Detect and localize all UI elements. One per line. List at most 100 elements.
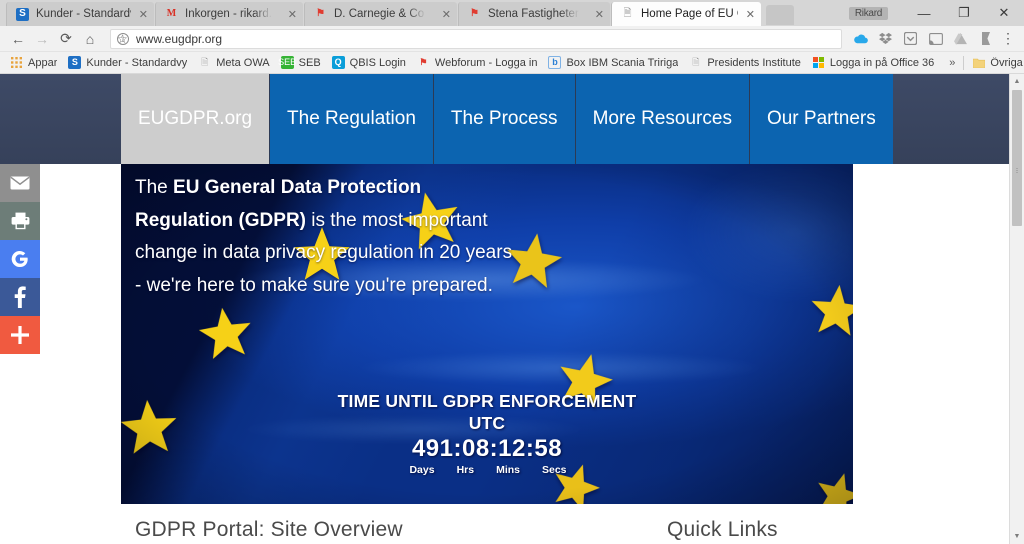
bookmark-label: QBIS Login xyxy=(349,56,406,69)
content-sections: GDPR Portal: Site Overview Quick Links xyxy=(121,504,853,542)
overflow-chevron-icon[interactable]: » xyxy=(941,57,963,69)
qbis-icon: Q xyxy=(331,56,345,69)
hero-text-before: The xyxy=(135,177,174,198)
document-icon: 🗎 xyxy=(201,57,209,67)
countdown-unit-mins: Mins xyxy=(496,464,520,476)
forward-icon[interactable]: → xyxy=(30,27,54,51)
close-icon[interactable]: ✕ xyxy=(595,8,604,21)
plus-icon xyxy=(11,326,29,344)
chrome-menu-icon[interactable]: ⋮ xyxy=(998,30,1018,47)
bookmark-apps[interactable]: Appar xyxy=(6,56,64,69)
bookmark-qbis-login[interactable]: Q QBIS Login xyxy=(328,56,413,69)
apps-grid-icon xyxy=(10,56,23,69)
window-controls: Rikard — ❐ ✕ xyxy=(848,0,1024,26)
site-navigation: EUGDPR.org The Regulation The Process Mo… xyxy=(0,74,1009,164)
flag-icon[interactable] xyxy=(973,27,998,51)
red-flag-icon: ⚑ xyxy=(470,8,479,19)
email-share-button[interactable] xyxy=(0,164,40,202)
back-icon[interactable]: ← xyxy=(6,27,30,51)
drive-icon[interactable] xyxy=(948,27,973,51)
close-icon[interactable]: ✕ xyxy=(442,8,451,21)
countdown-clock: 491:08:12:58 xyxy=(411,435,563,462)
gmail-icon: M xyxy=(166,8,177,19)
scroll-up-arrow-icon[interactable]: ▲ xyxy=(1010,74,1024,89)
address-bar-url: www.eugdpr.org xyxy=(136,31,223,46)
close-icon[interactable]: ✕ xyxy=(746,8,755,21)
section-heading-site-overview: GDPR Portal: Site Overview xyxy=(135,518,403,541)
bookmark-label: Appar xyxy=(28,56,58,69)
page-scrollbar[interactable]: ▲ ▼ xyxy=(1009,74,1024,544)
address-bar[interactable]: i www.eugdpr.org ☆ xyxy=(110,28,842,49)
bookmark-label: Box IBM Scania Tririga xyxy=(566,56,679,69)
maximize-button[interactable]: ❐ xyxy=(944,0,984,26)
bookmark-kunder[interactable]: S Kunder - Standardvy xyxy=(64,56,194,69)
nav-item-our-partners[interactable]: Our Partners xyxy=(748,74,893,164)
profile-chip[interactable]: Rikard xyxy=(848,6,888,20)
sharepoint-icon: S xyxy=(68,56,82,69)
close-icon[interactable]: ✕ xyxy=(139,8,148,21)
browser-tab[interactable]: M Inkorgen - rikard.l.se@g ✕ xyxy=(155,2,303,26)
browser-tab-active[interactable]: 🗎 Home Page of EU GDPR ✕ xyxy=(611,2,761,26)
browser-tab[interactable]: S Kunder - Standardvy ✕ xyxy=(6,2,154,26)
bookmark-label: Presidents Institute xyxy=(707,56,801,69)
microsoft-icon xyxy=(812,56,825,69)
nav-label: The Regulation xyxy=(287,108,416,129)
site-overview-column: GDPR Portal: Site Overview xyxy=(121,518,591,542)
browser-tab[interactable]: ⚑ D. Carnegie & Co Affärss ✕ xyxy=(304,2,457,26)
facebook-icon xyxy=(14,286,26,308)
quick-links-column: Quick Links xyxy=(591,518,778,542)
facebook-share-button[interactable] xyxy=(0,278,40,316)
nav-item-more-resources[interactable]: More Resources xyxy=(574,74,749,164)
bookmark-box-ibm[interactable]: b Box IBM Scania Tririga xyxy=(544,56,685,69)
bookmark-meta-owa[interactable]: 🗎 Meta OWA xyxy=(194,56,276,69)
document-icon: 🗎 xyxy=(692,57,700,67)
nav-label: The Process xyxy=(450,108,558,129)
bookmark-label: Kunder - Standardvy xyxy=(86,56,188,69)
social-share-rail xyxy=(0,164,40,354)
bookmark-label: Meta OWA xyxy=(216,56,270,69)
cast-icon[interactable] xyxy=(923,27,948,51)
minimize-button[interactable]: — xyxy=(904,0,944,26)
bookmark-label: Övriga bokmärken xyxy=(990,56,1024,69)
scrollbar-thumb[interactable] xyxy=(1012,90,1022,226)
reload-icon[interactable]: ⟳ xyxy=(54,27,78,51)
bookmark-label: Logga in på Office 36 xyxy=(829,56,935,69)
nav-item-the-process[interactable]: The Process xyxy=(432,74,575,164)
printer-icon xyxy=(11,212,30,230)
close-icon[interactable]: ✕ xyxy=(288,8,297,21)
bookmark-seb[interactable]: SEB SEB xyxy=(277,56,328,69)
countdown-units: Days Hrs Mins Secs xyxy=(121,464,853,476)
scrollbar-grip xyxy=(1016,168,1018,173)
browser-tab[interactable]: ⚑ Stena Fastigheter Fastigh ✕ xyxy=(458,2,610,26)
close-window-button[interactable]: ✕ xyxy=(984,0,1024,26)
bookmark-label: SEB xyxy=(298,56,321,69)
bookmark-office365[interactable]: Logga in på Office 36 xyxy=(808,56,941,69)
bookmark-webforum[interactable]: ⚑ Webforum - Logga in xyxy=(413,56,545,69)
tab-title: Inkorgen - rikard.l.se@g xyxy=(185,8,280,20)
bookmarks-overflow: » Övriga bokmärken xyxy=(941,55,1024,70)
box-icon: b xyxy=(548,56,562,69)
nav-item-the-regulation[interactable]: The Regulation xyxy=(269,74,433,164)
red-flag-icon: ⚑ xyxy=(419,57,428,67)
countdown-title-line1: TIME UNTIL GDPR ENFORCEMENT xyxy=(337,391,637,412)
nav-item-eugdpr-org[interactable]: EUGDPR.org xyxy=(121,74,270,164)
folder-icon xyxy=(972,56,985,69)
new-tab-button[interactable] xyxy=(766,5,794,25)
pocket-icon[interactable] xyxy=(898,27,923,51)
browser-window: S Kunder - Standardvy ✕ M Inkorgen - rik… xyxy=(0,0,1024,544)
home-icon[interactable]: ⌂ xyxy=(78,27,102,51)
hero-headline: The EU General Data Protection Regulatio… xyxy=(135,172,520,303)
more-share-button[interactable] xyxy=(0,316,40,354)
print-share-button[interactable] xyxy=(0,202,40,240)
nav-filler xyxy=(893,74,1009,164)
bookmark-presidents-institute[interactable]: 🗎 Presidents Institute xyxy=(685,56,808,69)
document-icon: 🗎 xyxy=(623,8,632,19)
scroll-down-arrow-icon[interactable]: ▼ xyxy=(1010,529,1024,544)
onedrive-icon[interactable] xyxy=(848,27,873,51)
dropbox-icon[interactable] xyxy=(873,27,898,51)
bookmark-other[interactable]: Övriga bokmärken xyxy=(964,56,1024,69)
nav-label: More Resources xyxy=(592,108,732,129)
google-share-button[interactable] xyxy=(0,240,40,278)
tab-title: Kunder - Standardvy xyxy=(36,8,131,20)
envelope-icon xyxy=(10,176,30,190)
